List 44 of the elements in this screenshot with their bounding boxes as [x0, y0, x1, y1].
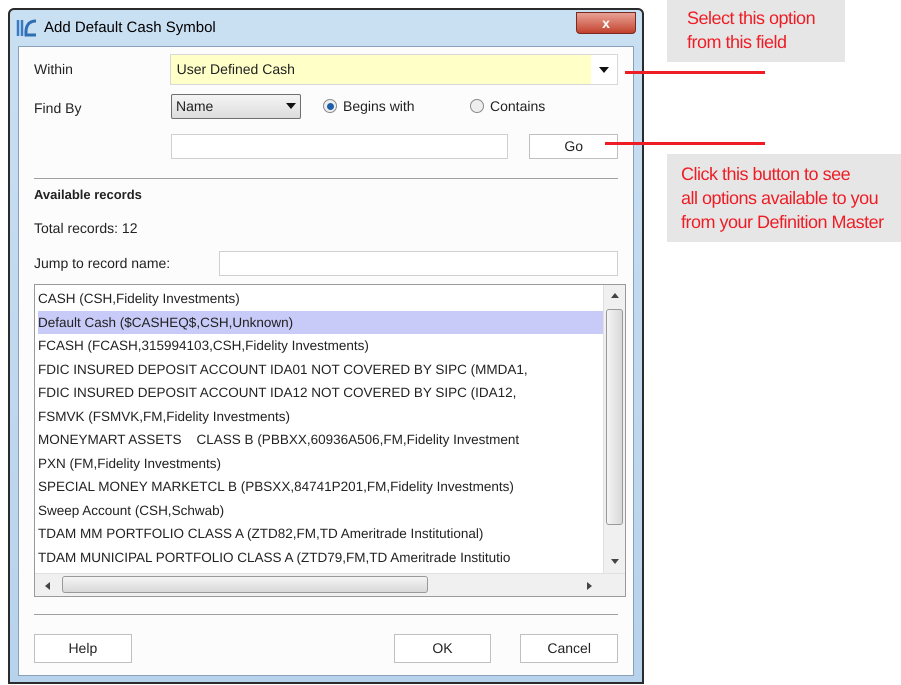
- dropdown-arrow-icon: [599, 66, 609, 72]
- radio-button[interactable]: [470, 99, 484, 113]
- app-logo-icon: [16, 18, 38, 38]
- scroll-up-icon: [611, 293, 619, 298]
- callout-note: Select this option from this field: [667, 0, 845, 62]
- record-item[interactable]: CASH (CSH,Fidelity Investments): [38, 287, 603, 310]
- record-item[interactable]: TDAM MUNICIPAL PORTFOLIO CLASS A (ZTD79,FM,TD Ameritrade Institutio: [38, 546, 603, 569]
- horizontal-scrollbar[interactable]: [35, 573, 625, 596]
- vertical-scrollbar[interactable]: [603, 285, 625, 573]
- record-item[interactable]: SPECIAL MONEY MARKETCL B (PBSXX,84741P201,FM,Fidelity Investments): [38, 475, 603, 498]
- dropdown-arrow-icon: [286, 103, 296, 109]
- window-title: Add Default Cash Symbol: [44, 18, 216, 38]
- record-item[interactable]: FDIC INSURED DEPOSIT ACCOUNT IDA12 NOT COVERED BY SIPC (IDA12,: [38, 381, 603, 404]
- dialog-button[interactable]: Cancel: [520, 634, 618, 663]
- callout-note: Click this button to see all options available to you from your Definition Master: [667, 154, 901, 242]
- scroll-thumb[interactable]: [606, 309, 623, 525]
- record-item[interactable]: MONEYMART ASSETS CLASS B (PBBXX,60936A506,FM,Fidelity Investment: [38, 428, 603, 452]
- record-item[interactable]: Sweep Account (CSH,Schwab): [38, 498, 603, 522]
- jump-field[interactable]: [219, 250, 618, 276]
- dialog-button[interactable]: Help: [34, 634, 132, 663]
- radio-label: Contains: [490, 96, 546, 116]
- field-label: Jump to record name:: [34, 254, 172, 273]
- section-heading: Available records: [34, 187, 142, 202]
- radio-button[interactable]: [323, 99, 337, 113]
- go-button[interactable]: Go: [529, 134, 618, 158]
- radio-label: Begins with: [343, 96, 415, 116]
- find-by-select[interactable]: Name: [171, 94, 301, 118]
- record-item[interactable]: PXN (FM,Fidelity Investments): [38, 452, 603, 475]
- close-button[interactable]: x: [576, 12, 636, 34]
- field-label: Within: [34, 60, 74, 79]
- record-count: Total records: 12: [34, 220, 138, 236]
- dialog-button[interactable]: OK: [394, 634, 492, 663]
- search-field[interactable]: [171, 134, 508, 158]
- scroll-thumb[interactable]: [62, 576, 428, 593]
- record-item[interactable]: TDAM MM PORTFOLIO CLASS A (ZTD82,FM,TD Ameritrade Institutional): [38, 522, 603, 546]
- record-item[interactable]: Default Cash ($CASHEQ$,CSH,Unknown): [38, 310, 603, 334]
- record-item[interactable]: FDIC INSURED DEPOSIT ACCOUNT IDA01 NOT COVERED BY SIPC (MMDA1,: [38, 358, 603, 381]
- scroll-left-icon: [45, 582, 50, 590]
- record-item[interactable]: FSMVK (FSMVK,FM,Fidelity Investments): [38, 404, 603, 428]
- field-label: Find By: [34, 98, 82, 118]
- within-dropdown[interactable]: User Defined Cash: [170, 54, 618, 85]
- scroll-down-icon: [611, 559, 619, 564]
- scroll-right-icon: [587, 582, 592, 590]
- record-item[interactable]: FCASH (FCASH,315994103,CSH,Fidelity Investments): [38, 334, 603, 358]
